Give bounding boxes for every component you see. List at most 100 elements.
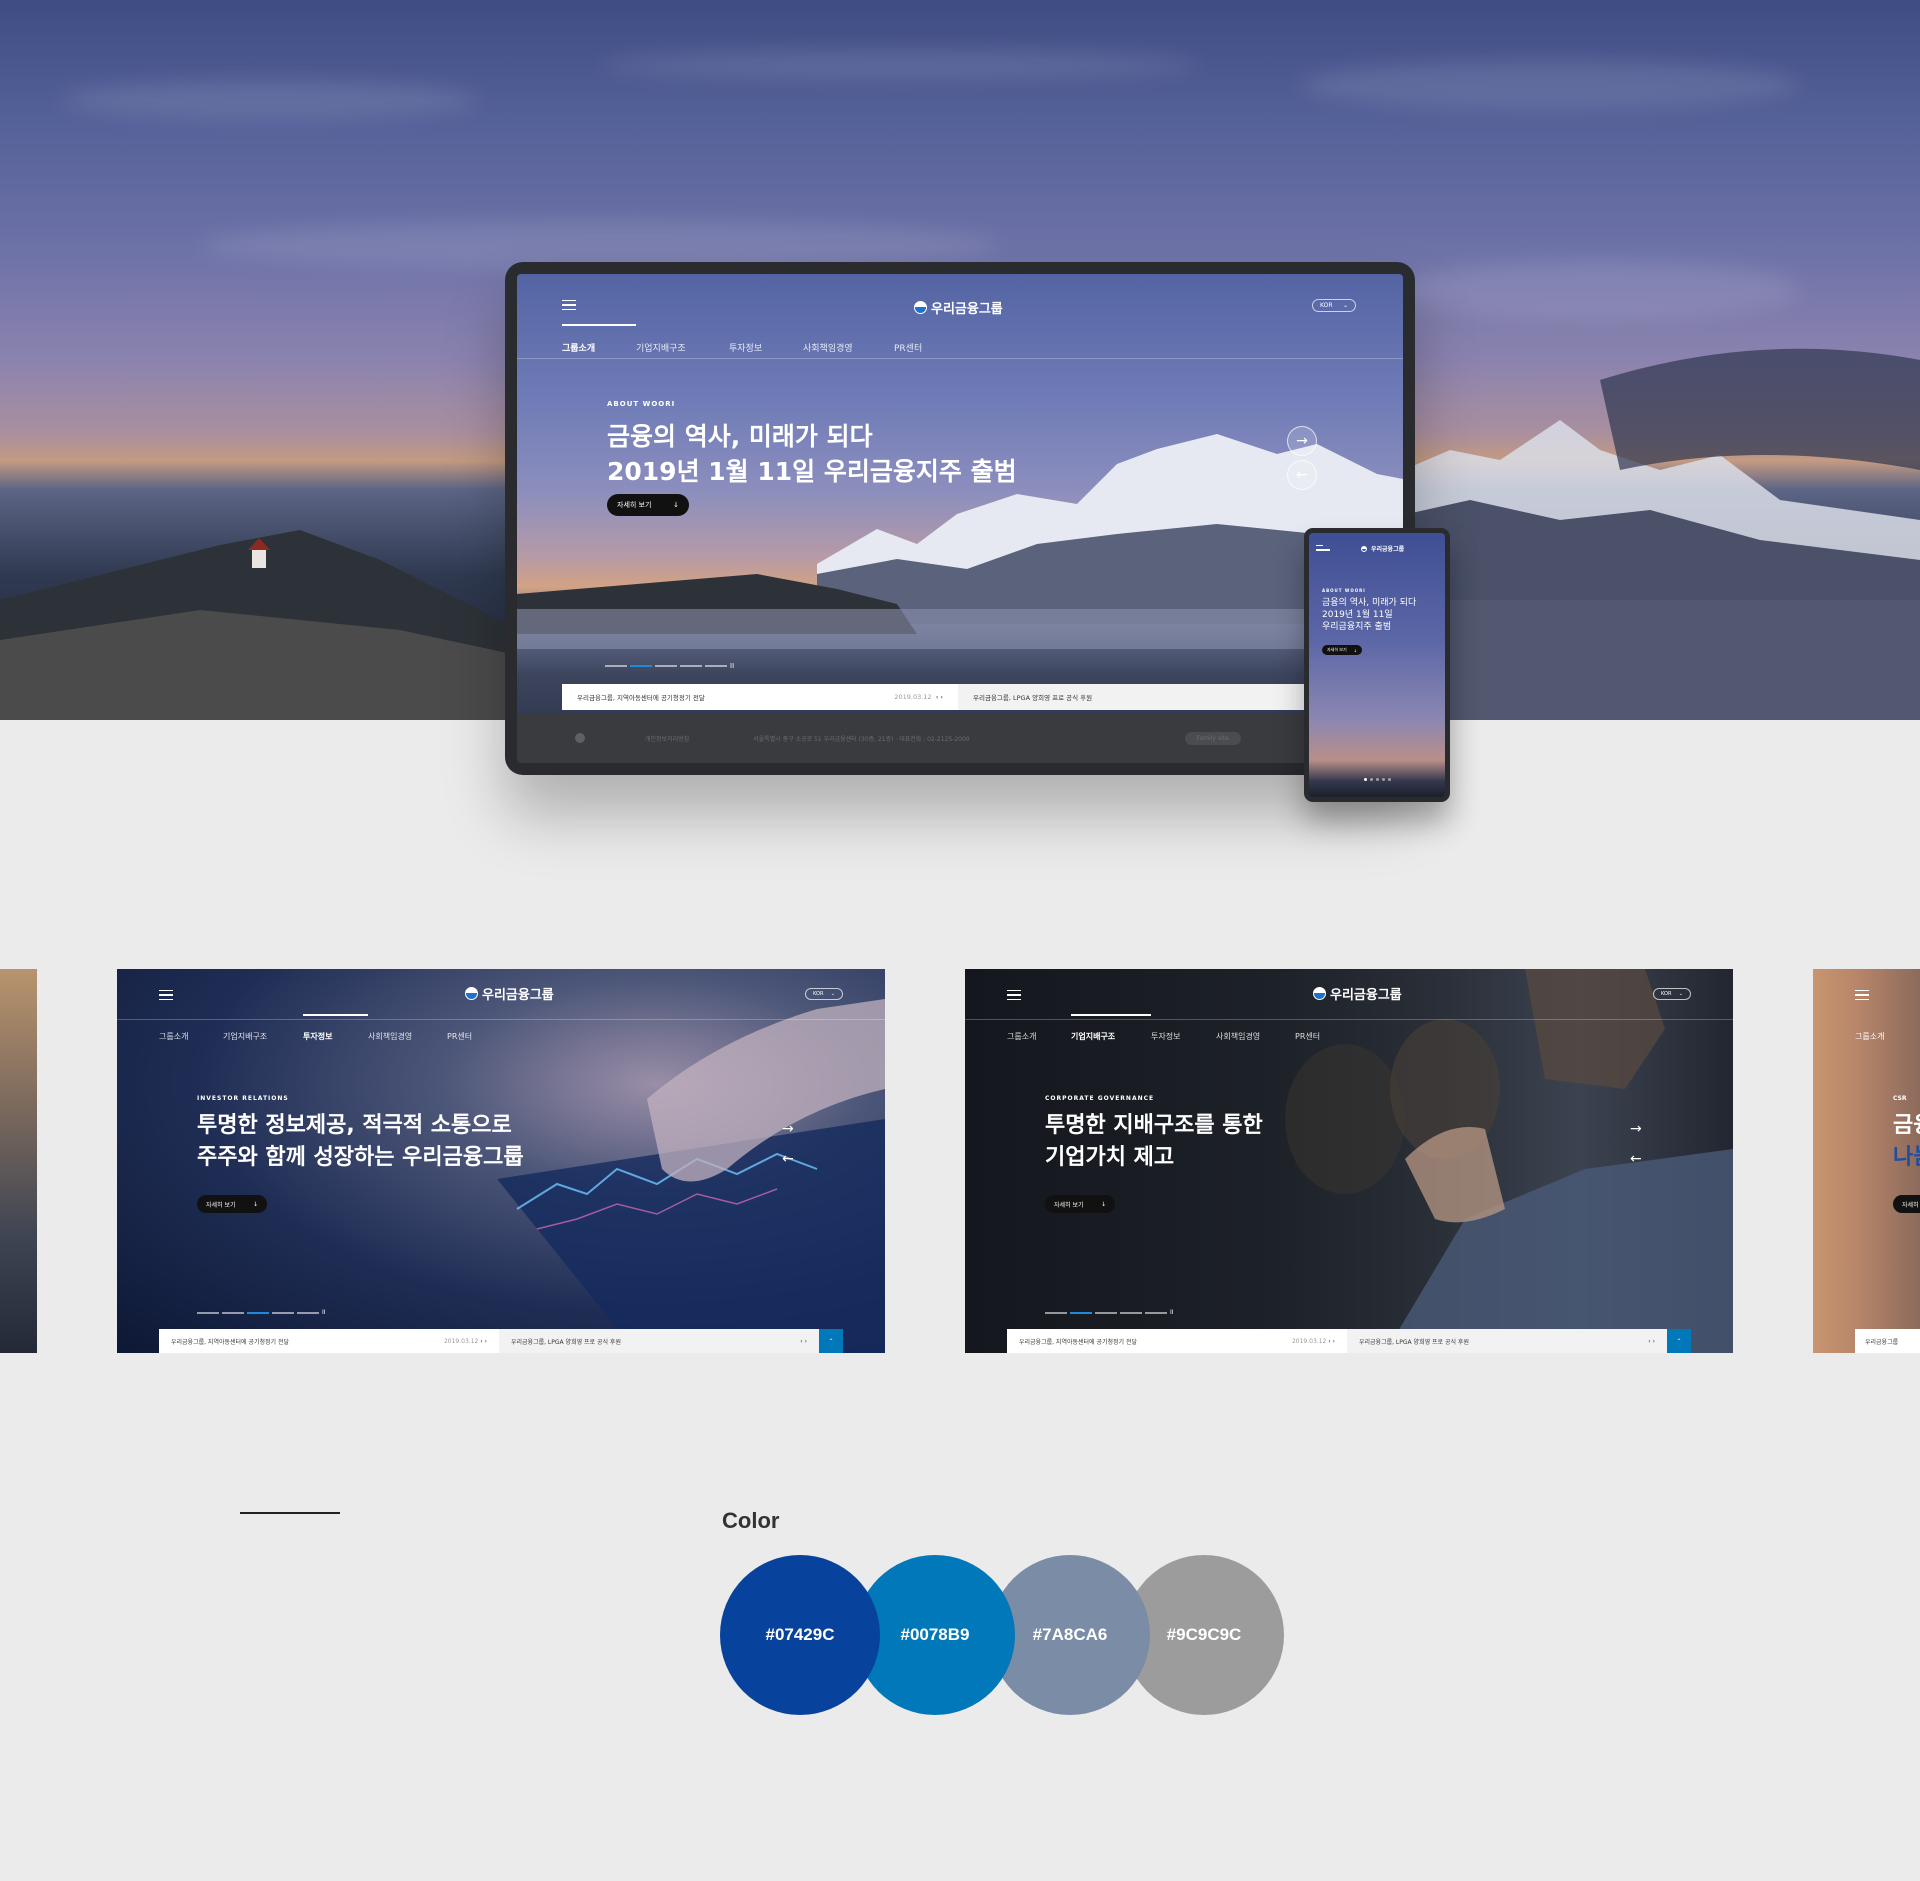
chevron-left-icon[interactable]: ‹ [1648,1338,1650,1345]
site-header: 우리금융그룹 KOR ⌄ [517,274,1403,338]
pause-icon[interactable]: II [1170,1309,1174,1316]
chevron-down-icon: ⌄ [1678,991,1683,997]
site-logo[interactable]: 우리금융그룹 [1361,544,1404,553]
arrow-right-icon: → [1296,433,1308,449]
progress-segment[interactable] [680,665,702,667]
progress-segment[interactable] [655,665,677,667]
news-item[interactable]: 우리금융그룹, 지역아동센터에 공기청정기 전달 2019.03.12 ‹ › [562,684,958,710]
progress-segment[interactable] [197,1311,219,1314]
progress-segment[interactable] [222,1311,244,1314]
next-slide-button[interactable]: → [1287,426,1317,456]
hamburger-menu-icon[interactable] [562,300,576,310]
dot[interactable] [1382,778,1385,781]
nav-item-governance[interactable]: 기업지배구조 [223,1031,303,1042]
progress-segment-active[interactable] [630,665,652,667]
arrow-down-icon: ↓ [252,1200,258,1208]
site-logo[interactable]: 우리금융그룹 [465,984,554,1003]
chevron-left-icon[interactable]: ‹ [800,1338,802,1345]
nav-item-ir[interactable]: 투자정보 [303,1014,368,1042]
slide-dots [1364,778,1391,781]
site-logo[interactable]: 우리금융그룹 [914,298,1003,317]
hero-more-button[interactable]: 자세히 보기 ↓ [607,494,689,516]
arrow-left-icon[interactable]: ← [1630,1151,1642,1167]
news-item[interactable]: 우리금융그룹, 지역아동센터에 공기청정기 전달 2019.03.12 ‹ › [159,1329,499,1353]
pause-icon[interactable]: II [730,662,734,670]
nav-item-csr[interactable]: 사회책임경영 [803,341,894,354]
slide-more-button[interactable]: 자세히 [1893,1195,1920,1213]
progress-segment-active[interactable] [247,1311,269,1314]
language-selector[interactable]: KOR ⌄ [1312,299,1356,312]
news-ticker: 우리금융그룹, 지역아동센터에 공기청정기 전달 2019.03.12 ‹ › … [159,1329,843,1353]
color-swatch-label: #0078B9 [900,1625,970,1644]
hamburger-menu-icon[interactable] [1316,545,1330,551]
dot[interactable] [1388,778,1391,781]
nav-item-pr[interactable]: PR센터 [1295,1031,1345,1042]
progress-segment[interactable] [1045,1311,1067,1314]
progress-segment[interactable] [272,1311,294,1314]
main-nav: 그룹소개 기업지배구조 투자정보 사회책임경영 PR센터 [159,1014,497,1042]
color-swatch-label: #7A8CA6 [1032,1625,1108,1644]
progress-segment[interactable] [1095,1311,1117,1314]
language-selector[interactable]: KOR ⌄ [1653,988,1691,1000]
nav-item-about[interactable]: 그룹소개 [1855,1031,1884,1042]
news-ticker: 우리금융그룹, 지역아동센터에 공기청정기 전달 2019.03.12 ‹ › … [562,684,1322,710]
nav-item-ir[interactable]: 투자정보 [1151,1031,1216,1042]
chevron-up-icon: ⌃ [1676,1337,1682,1345]
slide-investor-relations: 우리금융그룹 KOR ⌄ 그룹소개 기업지배구조 투자정보 사회책임경영 PR센터… [117,969,885,1353]
chevron-right-icon[interactable]: › [1333,1338,1335,1345]
nav-item-pr[interactable]: PR센터 [447,1031,497,1042]
news-item[interactable]: 우리금융그룹, LPGA 양희영 프로 공식 후원 ‹ › [1347,1329,1667,1353]
news-item[interactable]: 우리금융그룹 [1855,1329,1920,1353]
progress-segment[interactable] [297,1311,319,1314]
nav-item-about[interactable]: 그룹소개 [1007,1031,1071,1042]
arrow-down-icon: ↓ [1100,1200,1106,1208]
news-item[interactable]: 우리금융그룹, LPGA 양희영 프로 공식 후원 ‹ › [499,1329,819,1353]
language-selector[interactable]: KOR ⌄ [805,988,843,1000]
site-logo[interactable]: 우리금융그룹 [1313,984,1402,1003]
hamburger-menu-icon[interactable] [1007,990,1021,1000]
nav-item-governance[interactable]: 기업지배구조 [636,341,729,354]
arrow-left-icon[interactable]: ← [782,1151,794,1167]
chevron-right-icon[interactable]: › [1653,1338,1655,1345]
progress-segment[interactable] [605,665,627,667]
dot[interactable] [1370,778,1373,781]
nav-item-governance[interactable]: 기업지배구조 [1071,1014,1151,1042]
arrow-down-icon: ↓ [673,501,679,509]
dot-active[interactable] [1364,778,1367,781]
progress-segment-active[interactable] [1070,1311,1092,1314]
progress-segment[interactable] [1145,1311,1167,1314]
news-item[interactable]: 우리금융그룹, LPGA 양희영 프로 공식 후원 ‹ [958,684,1322,710]
slide-more-button[interactable]: 자세히 보기 ↓ [197,1195,267,1213]
slide-eyebrow: INVESTOR RELATIONS [197,1095,289,1102]
arrow-right-icon[interactable]: → [782,1121,794,1137]
hamburger-menu-icon[interactable] [1855,990,1869,1000]
chevron-left-icon[interactable]: ‹ [936,693,939,701]
privacy-policy-link[interactable]: 개인정보처리방침 [645,734,689,743]
nav-item-pr[interactable]: PR센터 [894,341,954,354]
prev-slide-button[interactable]: ← [1287,460,1317,490]
dot[interactable] [1376,778,1379,781]
hero-more-button[interactable]: 자세히 보기 ↓ [1322,645,1362,655]
chevron-right-icon[interactable]: › [805,1338,807,1345]
slide-more-button[interactable]: 자세히 보기 ↓ [1045,1195,1115,1213]
progress-segment[interactable] [1120,1311,1142,1314]
pause-icon[interactable]: II [322,1309,326,1316]
family-site-select[interactable]: Family site [1184,731,1241,745]
chevron-left-icon[interactable]: ‹ [480,1338,482,1345]
arrow-left-icon: ← [1296,467,1308,483]
hamburger-menu-icon[interactable] [159,990,173,1000]
chevron-left-icon[interactable]: ‹ [1328,1338,1330,1345]
nav-item-about[interactable]: 그룹소개 [562,324,636,354]
arrow-right-icon[interactable]: → [1630,1121,1642,1137]
scroll-top-button[interactable]: ⌃ [819,1329,843,1353]
nav-item-ir[interactable]: 투자정보 [729,341,803,354]
news-item[interactable]: 우리금융그룹, 지역아동센터에 공기청정기 전달 2019.03.12 ‹ › [1007,1329,1347,1353]
scroll-top-button[interactable]: ⌃ [1667,1329,1691,1353]
progress-segment[interactable] [705,665,727,667]
hero-eyebrow: ABOUT WOORI [1322,588,1366,593]
nav-item-csr[interactable]: 사회책임경영 [1216,1031,1295,1042]
nav-item-about[interactable]: 그룹소개 [159,1031,223,1042]
chevron-right-icon[interactable]: › [940,693,943,701]
nav-item-csr[interactable]: 사회책임경영 [368,1031,447,1042]
chevron-right-icon[interactable]: › [485,1338,487,1345]
